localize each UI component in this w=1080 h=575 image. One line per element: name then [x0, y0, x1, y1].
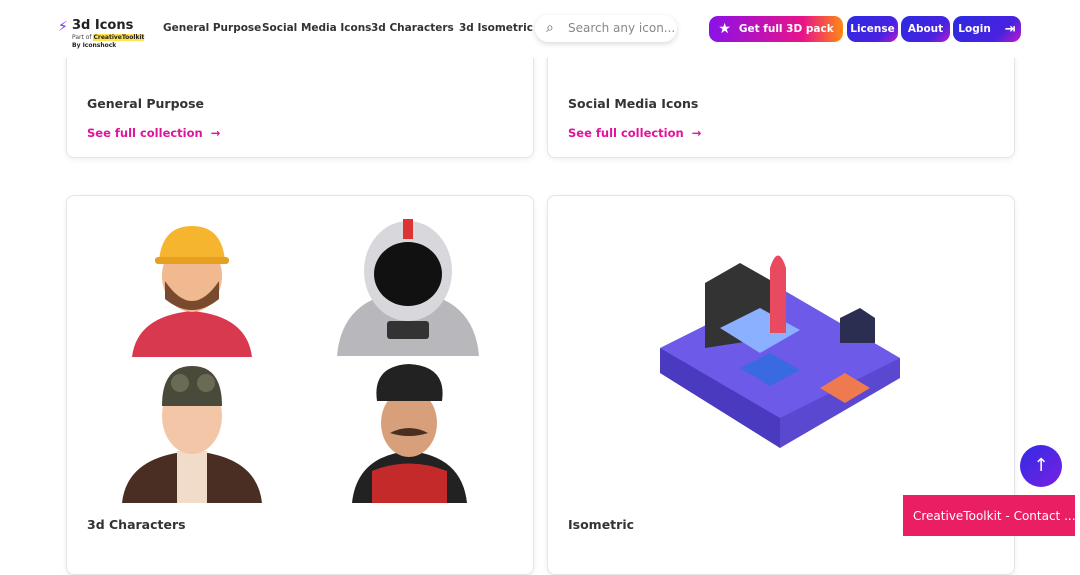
isometric-city-image	[660, 255, 900, 448]
see-full-collection-link[interactable]: See full collection →	[568, 126, 701, 140]
nav-social-media-icons[interactable]: Social Media Icons	[262, 22, 371, 34]
contact-widget[interactable]: CreativeToolkit - Contact ...	[903, 495, 1075, 536]
scroll-to-top-button[interactable]: ↑	[1020, 445, 1062, 487]
card-title: 3d Characters	[87, 517, 186, 532]
astronaut-character-image	[337, 219, 479, 356]
search-input[interactable]: ⌕ Search any icon...	[535, 15, 677, 42]
nav-3d-isometric[interactable]: 3d Isometric	[459, 22, 533, 34]
search-icon: ⌕	[546, 20, 554, 36]
login-label: Login	[958, 23, 991, 35]
login-button[interactable]: Login ⇥	[953, 16, 1021, 42]
license-button[interactable]: License	[847, 16, 898, 42]
worker-character-image	[132, 226, 252, 357]
logo-part-of: Part of CreativeToolkit	[72, 34, 145, 41]
aviator-character-image	[122, 366, 262, 503]
logo-title: 3d Icons	[72, 18, 134, 33]
card-3d-characters[interactable]: 3d Characters	[66, 195, 534, 575]
get-pack-label: Get full 3D pack	[738, 23, 834, 35]
logo-by: By Iconshock	[72, 42, 117, 49]
card-title: Social Media Icons	[568, 96, 699, 111]
login-icon: ⇥	[1004, 21, 1016, 37]
header: ⚡ 3d Icons Part of CreativeToolkit By Ic…	[0, 0, 1080, 58]
nav-general-purpose[interactable]: General Purpose	[163, 22, 261, 34]
get-full-3d-pack-button[interactable]: ★ Get full 3D pack	[709, 16, 843, 42]
bolt-icon: ⚡	[58, 19, 68, 35]
about-button[interactable]: About	[901, 16, 950, 42]
card-title: General Purpose	[87, 96, 205, 111]
search-placeholder: Search any icon...	[568, 21, 676, 35]
star-icon: ★	[718, 21, 731, 37]
chef-character-image	[352, 364, 467, 503]
see-full-collection-link[interactable]: See full collection →	[87, 126, 220, 140]
nav-3d-characters[interactable]: 3d Characters	[371, 22, 454, 34]
card-title: Isometric	[568, 517, 635, 532]
arrow-up-icon: ↑	[1033, 455, 1049, 476]
